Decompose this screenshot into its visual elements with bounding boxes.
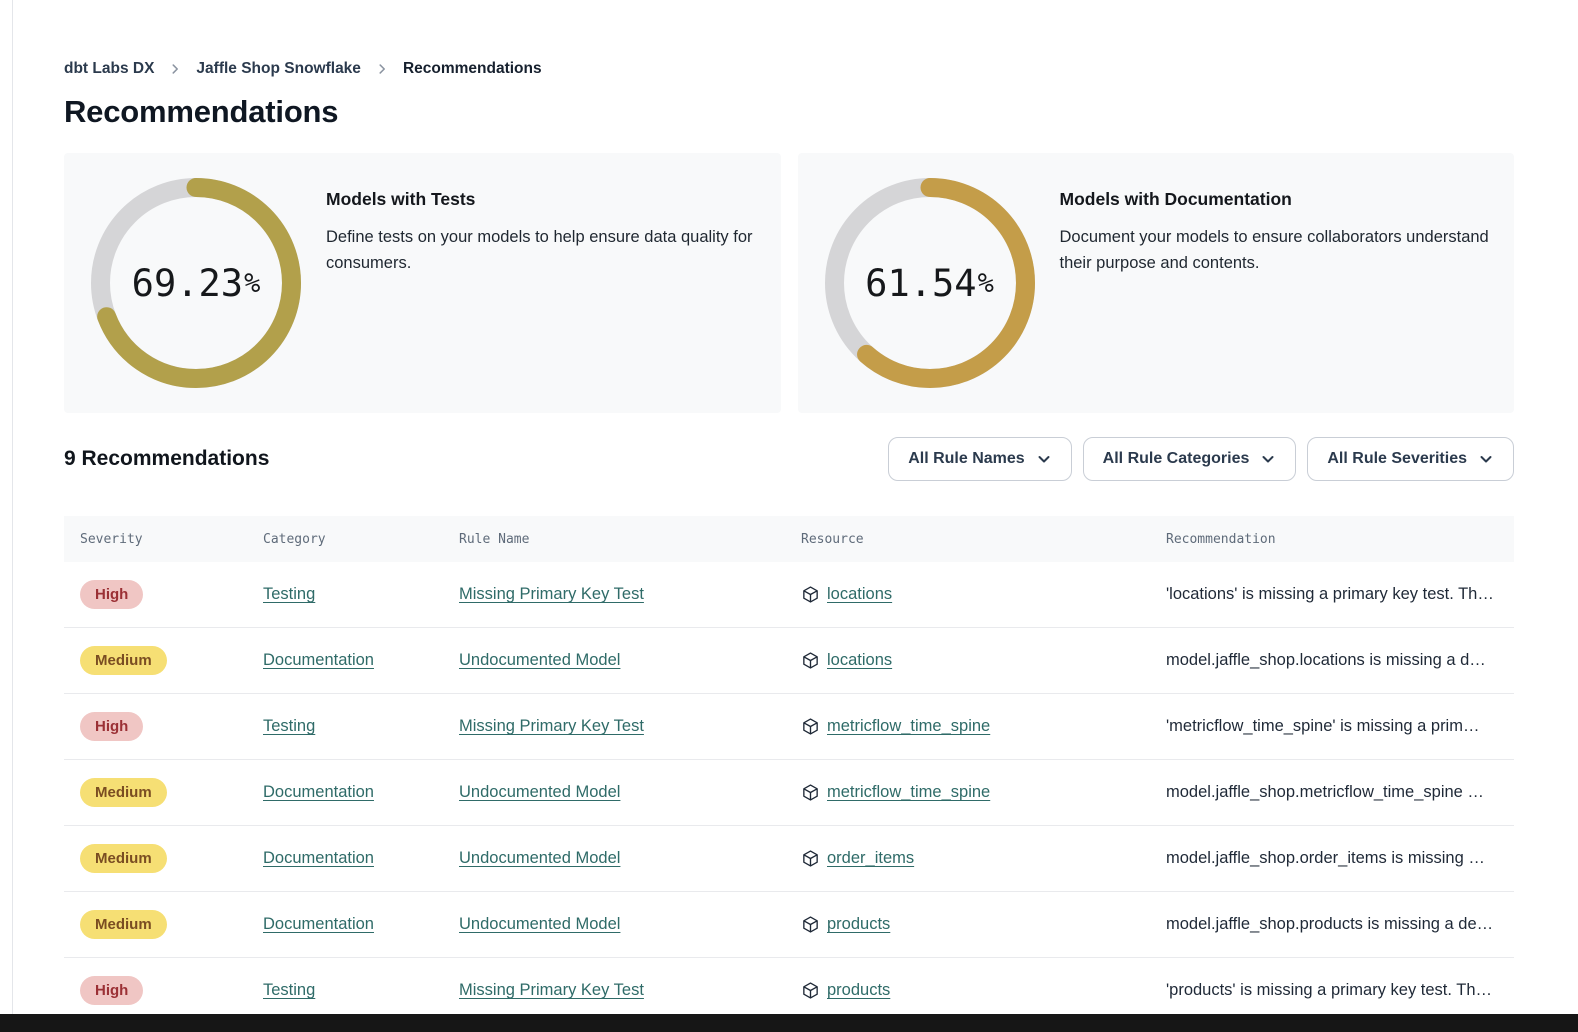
breadcrumb-item-jaffle-shop-snowflake[interactable]: Jaffle Shop Snowflake bbox=[196, 60, 361, 78]
rule-name-link[interactable]: Undocumented Model bbox=[459, 651, 620, 669]
table-row: High Testing Missing Primary Key Test me… bbox=[64, 694, 1514, 760]
column-header-resource: Resource bbox=[801, 532, 1166, 547]
rule-names-filter-dropdown[interactable]: All Rule Names bbox=[888, 437, 1071, 481]
recommendation-text: model.jaffle_shop.products is missing a … bbox=[1166, 915, 1514, 934]
model-cube-icon bbox=[801, 981, 820, 1000]
rule-categories-filter-dropdown[interactable]: All Rule Categories bbox=[1083, 437, 1297, 481]
severity-badge: Medium bbox=[80, 646, 167, 675]
chevron-down-icon bbox=[1478, 451, 1494, 467]
resource-link[interactable]: order_items bbox=[827, 849, 914, 868]
table-row: Medium Documentation Undocumented Model … bbox=[64, 826, 1514, 892]
documentation-donut-chart: 61.54% bbox=[822, 175, 1038, 391]
tests-donut-chart: 69.23% bbox=[88, 175, 304, 391]
breadcrumb-item-recommendations: Recommendations bbox=[403, 60, 542, 78]
chevron-right-icon bbox=[168, 62, 182, 76]
rule-name-link[interactable]: Missing Primary Key Test bbox=[459, 585, 644, 603]
table-row: Medium Documentation Undocumented Model … bbox=[64, 628, 1514, 694]
model-cube-icon bbox=[801, 651, 820, 670]
recommendation-text: 'metricflow_time_spine' is missing a pri… bbox=[1166, 717, 1514, 736]
models-with-tests-card: 69.23% Models with Tests Define tests on… bbox=[64, 153, 781, 413]
column-header-severity: Severity bbox=[64, 532, 263, 547]
chevron-down-icon bbox=[1260, 451, 1276, 467]
model-cube-icon bbox=[801, 717, 820, 736]
metric-cards: 69.23% Models with Tests Define tests on… bbox=[64, 153, 1514, 413]
chevron-right-icon bbox=[375, 62, 389, 76]
tests-card-description: Define tests on your models to help ensu… bbox=[326, 224, 757, 276]
resource-link[interactable]: products bbox=[827, 915, 890, 934]
rule-severities-filter-dropdown[interactable]: All Rule Severities bbox=[1307, 437, 1514, 481]
main-content: dbt Labs DX Jaffle Shop Snowflake Recomm… bbox=[64, 0, 1514, 1024]
page-title: Recommendations bbox=[64, 94, 1514, 130]
column-header-rule-name: Rule Name bbox=[459, 532, 801, 547]
recommendation-text: model.jaffle_shop.locations is missing a… bbox=[1166, 651, 1514, 670]
category-link[interactable]: Documentation bbox=[263, 783, 374, 801]
severity-badge: Medium bbox=[80, 910, 167, 939]
recommendations-table: Severity Category Rule Name Resource Rec… bbox=[64, 516, 1514, 1024]
resource-link[interactable]: locations bbox=[827, 585, 892, 604]
resource-link[interactable]: metricflow_time_spine bbox=[827, 783, 990, 802]
rule-name-link[interactable]: Missing Primary Key Test bbox=[459, 717, 644, 735]
filter-bar: All Rule Names All Rule Categories All R… bbox=[888, 437, 1514, 481]
documentation-percentage-value: 61.54% bbox=[822, 175, 1038, 391]
resource-link[interactable]: products bbox=[827, 981, 890, 1000]
column-header-category: Category bbox=[263, 532, 459, 547]
recommendation-text: 'locations' is missing a primary key tes… bbox=[1166, 585, 1514, 604]
category-link[interactable]: Documentation bbox=[263, 915, 374, 933]
rule-name-link[interactable]: Undocumented Model bbox=[459, 849, 620, 867]
tests-percentage-value: 69.23% bbox=[88, 175, 304, 391]
category-link[interactable]: Testing bbox=[263, 717, 315, 735]
rule-names-filter-label: All Rule Names bbox=[908, 450, 1024, 468]
breadcrumb-item-dbt-labs-dx[interactable]: dbt Labs DX bbox=[64, 60, 154, 78]
documentation-card-description: Document your models to ensure collabora… bbox=[1060, 224, 1491, 276]
severity-badge: Medium bbox=[80, 844, 167, 873]
model-cube-icon bbox=[801, 783, 820, 802]
breadcrumb: dbt Labs DX Jaffle Shop Snowflake Recomm… bbox=[64, 0, 1514, 78]
model-cube-icon bbox=[801, 849, 820, 868]
tests-card-title: Models with Tests bbox=[326, 189, 757, 210]
table-row: Medium Documentation Undocumented Model … bbox=[64, 760, 1514, 826]
models-with-documentation-card: 61.54% Models with Documentation Documen… bbox=[798, 153, 1515, 413]
table-body: High Testing Missing Primary Key Test lo… bbox=[64, 562, 1514, 1024]
severity-badge: Medium bbox=[80, 778, 167, 807]
rule-name-link[interactable]: Undocumented Model bbox=[459, 783, 620, 801]
column-header-recommendation: Recommendation bbox=[1166, 532, 1514, 547]
severity-badge: High bbox=[80, 976, 143, 1005]
category-link[interactable]: Documentation bbox=[263, 651, 374, 669]
category-link[interactable]: Testing bbox=[263, 981, 315, 999]
rule-name-link[interactable]: Missing Primary Key Test bbox=[459, 981, 644, 999]
category-link[interactable]: Testing bbox=[263, 585, 315, 603]
model-cube-icon bbox=[801, 915, 820, 934]
documentation-card-title: Models with Documentation bbox=[1060, 189, 1491, 210]
recommendation-text: 'products' is missing a primary key test… bbox=[1166, 981, 1514, 1000]
resource-link[interactable]: metricflow_time_spine bbox=[827, 717, 990, 736]
rule-categories-filter-label: All Rule Categories bbox=[1103, 450, 1250, 468]
sidebar-divider bbox=[12, 0, 13, 1032]
table-header-row: Severity Category Rule Name Resource Rec… bbox=[64, 516, 1514, 562]
table-row: Medium Documentation Undocumented Model … bbox=[64, 892, 1514, 958]
severity-badge: High bbox=[80, 712, 143, 741]
category-link[interactable]: Documentation bbox=[263, 849, 374, 867]
chevron-down-icon bbox=[1036, 451, 1052, 467]
model-cube-icon bbox=[801, 585, 820, 604]
severity-badge: High bbox=[80, 580, 143, 609]
table-row: High Testing Missing Primary Key Test lo… bbox=[64, 562, 1514, 628]
list-header: 9 Recommendations All Rule Names All Rul… bbox=[64, 437, 1514, 481]
bottom-cutoff-strip bbox=[0, 1014, 1578, 1032]
rule-severities-filter-label: All Rule Severities bbox=[1327, 450, 1467, 468]
recommendation-text: model.jaffle_shop.metricflow_time_spine … bbox=[1166, 783, 1514, 802]
recommendation-text: model.jaffle_shop.order_items is missing… bbox=[1166, 849, 1514, 868]
rule-name-link[interactable]: Undocumented Model bbox=[459, 915, 620, 933]
recommendations-count: 9 Recommendations bbox=[64, 447, 269, 471]
resource-link[interactable]: locations bbox=[827, 651, 892, 670]
